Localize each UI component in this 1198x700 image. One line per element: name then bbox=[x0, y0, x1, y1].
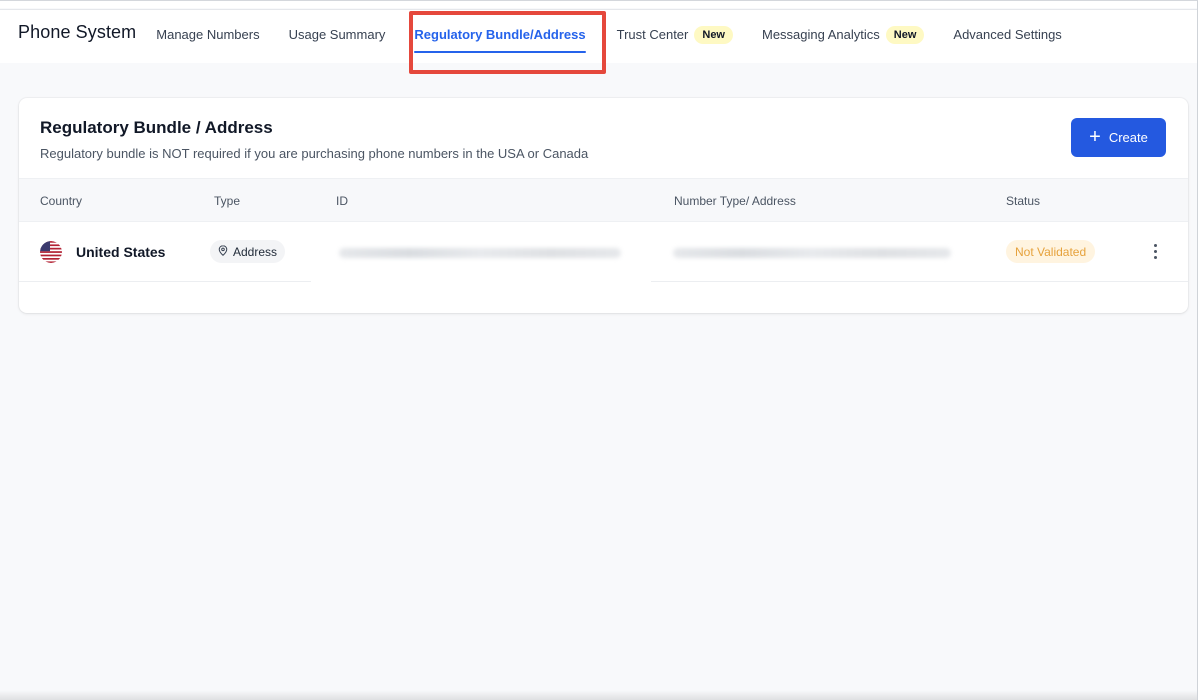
status-badge: Not Validated bbox=[1006, 240, 1096, 263]
tab-label: Usage Summary bbox=[288, 27, 386, 42]
tab-label: Advanced Settings bbox=[953, 27, 1062, 42]
column-header-status: Status bbox=[1006, 194, 1041, 208]
new-badge: New bbox=[885, 25, 925, 44]
row-divider bbox=[19, 281, 311, 282]
tab-trust-center[interactable]: Trust Center New bbox=[617, 8, 733, 61]
tab-label: Messaging Analytics bbox=[762, 27, 880, 42]
create-button-label: Create bbox=[1108, 130, 1148, 145]
app-frame: Phone System Manage Numbers Usage Summar… bbox=[0, 0, 1198, 700]
redacted-id bbox=[339, 248, 621, 258]
regulatory-bundle-card: Regulatory Bundle / Address Regulatory b… bbox=[19, 98, 1188, 313]
plus-icon: + bbox=[1089, 125, 1101, 148]
location-pin-icon bbox=[218, 244, 228, 259]
column-header-country: Country bbox=[40, 194, 83, 208]
tab-advanced-settings[interactable]: Advanced Settings bbox=[953, 8, 1061, 61]
table-row[interactable]: United States Address Not Validated bbox=[19, 222, 1188, 282]
tab-label: Trust Center bbox=[616, 27, 689, 42]
card-subtitle: Regulatory bundle is NOT required if you… bbox=[40, 146, 589, 161]
country-name: United States bbox=[76, 244, 166, 260]
row-divider bbox=[651, 281, 1188, 282]
new-badge: New bbox=[694, 25, 733, 44]
card-title: Regulatory Bundle / Address bbox=[40, 118, 273, 137]
tab-regulatory-bundle-address[interactable]: Regulatory Bundle/Address bbox=[414, 8, 586, 61]
type-chip: Address bbox=[210, 240, 286, 263]
app-title: Phone System bbox=[18, 22, 137, 42]
type-label: Address bbox=[233, 244, 278, 259]
table-header: Country Type ID Number Type/ Address Sta… bbox=[19, 178, 1188, 222]
tab-label: Manage Numbers bbox=[156, 27, 260, 42]
tab-usage-summary[interactable]: Usage Summary bbox=[289, 8, 386, 61]
column-header-type: Type bbox=[214, 194, 241, 208]
tab-manage-numbers[interactable]: Manage Numbers bbox=[156, 8, 259, 61]
redacted-address bbox=[673, 248, 951, 258]
tab-messaging-analytics[interactable]: Messaging Analytics New bbox=[762, 8, 925, 61]
create-button[interactable]: + Create bbox=[1071, 118, 1166, 157]
column-header-number-type-address: Number Type/ Address bbox=[674, 194, 796, 208]
top-nav: Phone System Manage Numbers Usage Summar… bbox=[0, 9, 1197, 63]
us-flag-icon bbox=[40, 241, 62, 263]
tab-label: Regulatory Bundle/Address bbox=[414, 27, 586, 42]
more-vertical-icon[interactable] bbox=[1144, 238, 1166, 264]
column-header-id: ID bbox=[336, 194, 348, 208]
